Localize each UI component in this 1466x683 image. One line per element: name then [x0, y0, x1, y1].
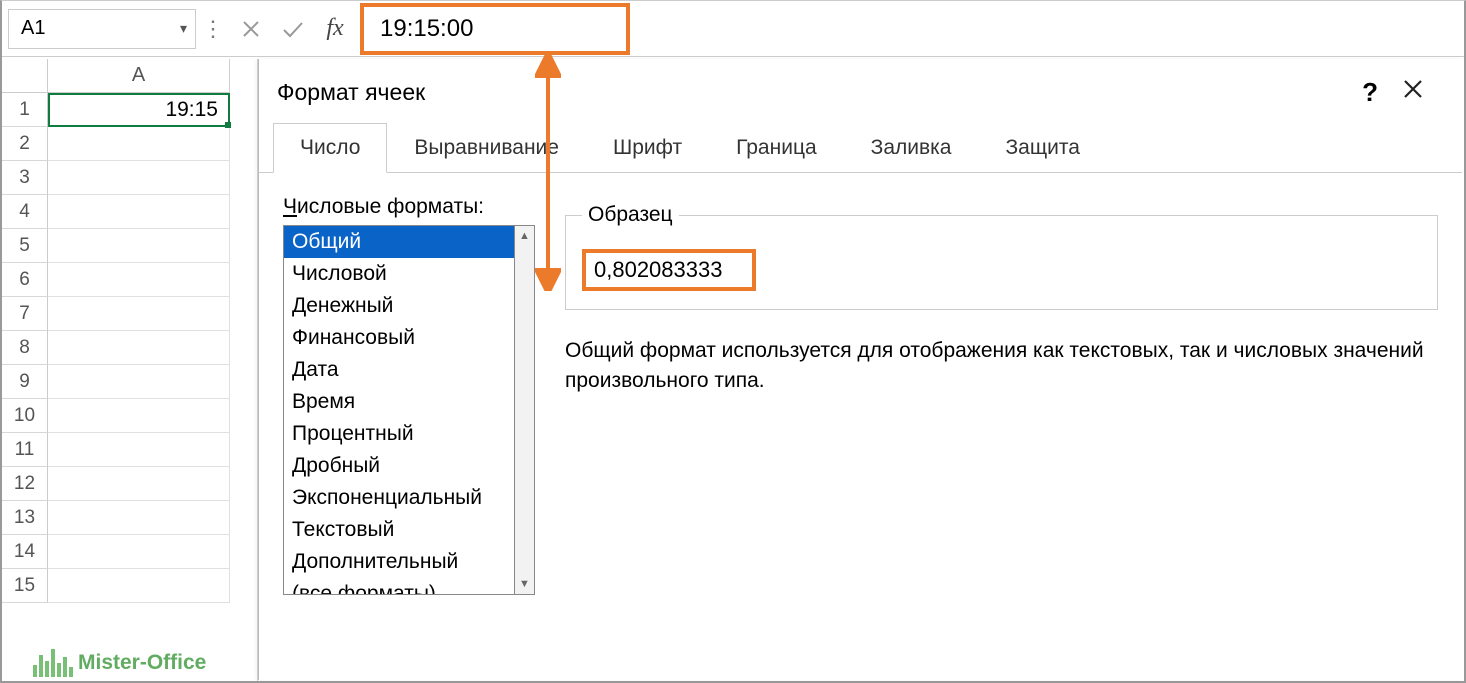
- row-header[interactable]: 12: [2, 467, 48, 501]
- scroll-up-icon[interactable]: ▲: [515, 226, 534, 246]
- cell[interactable]: [48, 467, 230, 501]
- cell[interactable]: [48, 365, 230, 399]
- watermark-bars-icon: [32, 649, 74, 677]
- format-option[interactable]: Экспоненциальный: [284, 482, 514, 514]
- worksheet-grid[interactable]: A 119:1523456789101112131415: [2, 59, 258, 681]
- tab-Заливка[interactable]: Заливка: [844, 123, 979, 173]
- row-header[interactable]: 3: [2, 161, 48, 195]
- cell[interactable]: [48, 399, 230, 433]
- name-box-value: A1: [21, 17, 45, 40]
- row-header[interactable]: 7: [2, 297, 48, 331]
- format-option[interactable]: Процентный: [284, 418, 514, 450]
- row-header[interactable]: 1: [2, 93, 48, 127]
- format-option[interactable]: Общий: [284, 226, 514, 258]
- formula-input[interactable]: 19:15:00: [360, 3, 630, 55]
- close-icon: [1402, 78, 1424, 100]
- cell[interactable]: [48, 229, 230, 263]
- cell[interactable]: [48, 535, 230, 569]
- format-option[interactable]: Финансовый: [284, 322, 514, 354]
- row-header[interactable]: 4: [2, 195, 48, 229]
- cell[interactable]: [48, 501, 230, 535]
- row-header[interactable]: 5: [2, 229, 48, 263]
- check-icon: [281, 19, 305, 39]
- row-header[interactable]: 6: [2, 263, 48, 297]
- tab-Шрифт[interactable]: Шрифт: [586, 123, 709, 173]
- format-option[interactable]: Денежный: [284, 290, 514, 322]
- separator-grip: ⋮: [196, 16, 230, 42]
- number-format-list[interactable]: ОбщийЧисловойДенежныйФинансовыйДатаВремя…: [283, 225, 515, 595]
- name-box[interactable]: A1 ▾: [8, 9, 196, 49]
- row-header[interactable]: 13: [2, 501, 48, 535]
- dialog-tabs: ЧислоВыравниваниеШрифтГраницаЗаливкаЗащи…: [259, 125, 1462, 173]
- enter-formula-button[interactable]: [272, 9, 314, 49]
- cell[interactable]: [48, 161, 230, 195]
- number-formats-label: Числовые форматы:: [283, 195, 535, 219]
- tab-Граница[interactable]: Граница: [709, 123, 844, 173]
- cell[interactable]: [48, 297, 230, 331]
- row-header[interactable]: 10: [2, 399, 48, 433]
- column-header-A[interactable]: A: [48, 59, 230, 93]
- sample-box: Образец 0,802083333: [565, 203, 1438, 310]
- x-icon: [241, 19, 261, 39]
- formula-bar: A1 ▾ ⋮ fx 19:15:00: [2, 1, 1464, 57]
- cell[interactable]: [48, 569, 230, 603]
- insert-function-button[interactable]: fx: [314, 9, 356, 49]
- cell[interactable]: [48, 263, 230, 297]
- chevron-down-icon[interactable]: ▾: [180, 20, 187, 37]
- format-option[interactable]: Дробный: [284, 450, 514, 482]
- watermark-text: Mister-Office: [78, 651, 206, 675]
- format-option[interactable]: Дата: [284, 354, 514, 386]
- close-button[interactable]: [1392, 72, 1434, 112]
- cell-A1[interactable]: 19:15: [48, 93, 230, 127]
- tab-Защита[interactable]: Защита: [979, 123, 1107, 173]
- help-button[interactable]: ?: [1348, 71, 1392, 114]
- cell[interactable]: [48, 331, 230, 365]
- cell[interactable]: [48, 127, 230, 161]
- row-header[interactable]: 8: [2, 331, 48, 365]
- formula-input-value: 19:15:00: [380, 15, 473, 43]
- sample-label: Образец: [582, 203, 679, 227]
- dialog-title: Формат ячеек: [277, 79, 425, 106]
- cancel-formula-button[interactable]: [230, 9, 272, 49]
- format-cells-dialog: Формат ячеек ? ЧислоВыравниваниеШрифтГра…: [258, 59, 1462, 680]
- row-header[interactable]: 14: [2, 535, 48, 569]
- scroll-down-icon[interactable]: ▼: [515, 574, 534, 594]
- sample-value: 0,802083333: [582, 249, 756, 291]
- format-option[interactable]: Числовой: [284, 258, 514, 290]
- format-option[interactable]: Дополнительный: [284, 546, 514, 578]
- select-all-corner[interactable]: [2, 59, 48, 93]
- format-description: Общий формат используется для отображени…: [565, 336, 1435, 397]
- watermark: Mister-Office: [32, 649, 206, 677]
- row-header[interactable]: 15: [2, 569, 48, 603]
- format-option[interactable]: Время: [284, 386, 514, 418]
- row-header[interactable]: 2: [2, 127, 48, 161]
- format-option[interactable]: Текстовый: [284, 514, 514, 546]
- cell[interactable]: [48, 433, 230, 467]
- format-option[interactable]: (все форматы): [284, 578, 514, 595]
- cell[interactable]: [48, 195, 230, 229]
- tab-Выравнивание[interactable]: Выравнивание: [387, 123, 586, 173]
- tab-Число[interactable]: Число: [273, 123, 387, 173]
- row-header[interactable]: 11: [2, 433, 48, 467]
- row-header[interactable]: 9: [2, 365, 48, 399]
- format-list-scrollbar[interactable]: ▲ ▼: [515, 225, 535, 595]
